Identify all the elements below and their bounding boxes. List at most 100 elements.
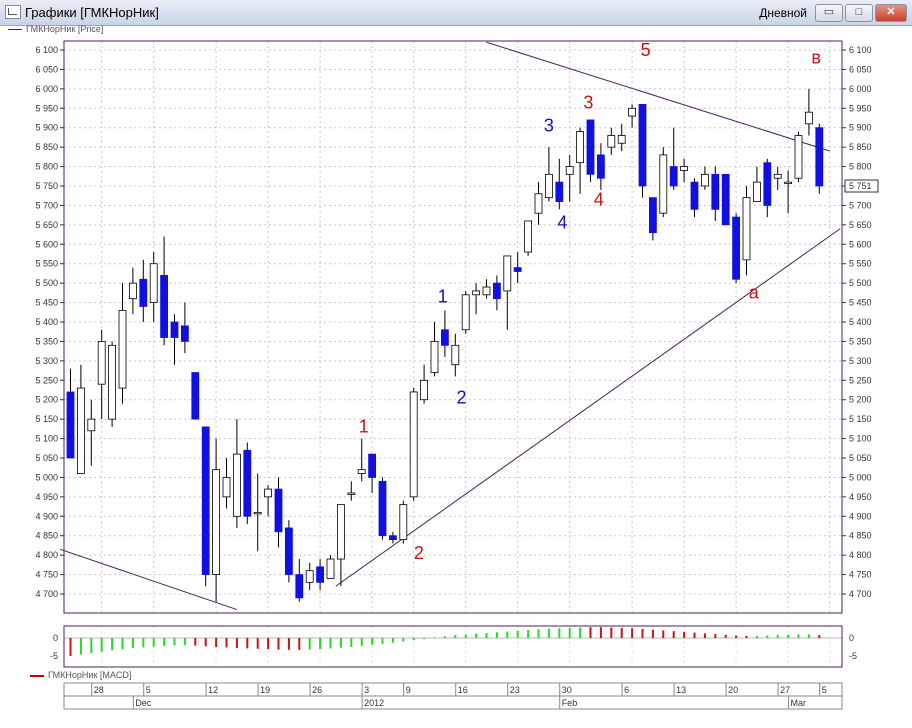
candle [160, 236, 169, 346]
candle-body [680, 166, 688, 171]
candle [784, 170, 792, 214]
candle-body [274, 488, 283, 533]
candle [659, 147, 668, 218]
y-label-right: 5 650 [849, 220, 872, 230]
candle [97, 329, 106, 420]
y-label-right: 5 400 [849, 317, 872, 327]
candle-body [326, 558, 335, 579]
candle [191, 372, 200, 420]
candle-body [805, 111, 813, 125]
candle [482, 279, 491, 299]
candle-body [212, 469, 221, 575]
candle-body [191, 372, 200, 420]
candle [513, 252, 522, 284]
y-label-right: 4 800 [849, 550, 872, 560]
month-label: Dec [135, 698, 152, 708]
candle-body [222, 477, 231, 498]
candle [565, 154, 574, 202]
candle-body [420, 379, 429, 401]
candle-body [586, 119, 595, 175]
wave-label: 2 [457, 388, 467, 408]
wave-labels: 1 2 1 2 3 4 3 4 5 a в [359, 40, 821, 563]
candle-body [815, 127, 824, 187]
macd-legend-label: ГМКНорНик [MACD] [48, 670, 132, 680]
month-label: 2012 [364, 698, 384, 708]
wave-label: 3 [544, 116, 554, 136]
y-label-right: 5 350 [849, 336, 872, 346]
candle-body [461, 294, 470, 331]
x-tick-label: 3 [364, 685, 369, 695]
x-tick-label: 5 [822, 685, 827, 695]
y-label-left: 4 850 [35, 531, 58, 541]
candle-body [773, 173, 782, 179]
x-tick-label: 20 [728, 685, 738, 695]
candle [420, 364, 429, 404]
wave-label: a [749, 283, 760, 303]
y-label-left: 4 700 [35, 589, 58, 599]
candle-body [721, 173, 730, 226]
candle-body [784, 181, 792, 185]
candle-body [149, 263, 158, 303]
candle [472, 283, 481, 315]
candle [430, 322, 439, 377]
y-label-left: 4 900 [35, 511, 58, 521]
candle [77, 364, 85, 474]
y-label-left: 5 200 [35, 395, 58, 405]
macd-label-zero-right: 0 [849, 633, 854, 643]
candle [378, 477, 387, 540]
x-tick-label: 6 [624, 685, 629, 695]
y-label-left: 5 250 [35, 375, 58, 385]
candle [763, 158, 772, 218]
candle-body [66, 391, 75, 459]
candle-body [160, 274, 169, 338]
candle-body [295, 574, 304, 599]
candle [326, 555, 335, 579]
y-label-left: 5 550 [35, 259, 58, 269]
candle [534, 182, 543, 225]
candle-body [139, 278, 148, 307]
y-label-left: 5 400 [35, 317, 58, 327]
candle [607, 127, 616, 155]
chart-window: Графики [ГМКНорНик] Дневной ▭ □ ✕ ГМКНор… [0, 0, 912, 728]
macd-legend: ГМКНорНик [MACD] [30, 670, 131, 680]
y-label-right: 5 200 [849, 395, 872, 405]
candle [451, 333, 460, 377]
y-label-right: 5 600 [849, 239, 872, 249]
y-label-left: 4 800 [35, 550, 58, 560]
wave-label: 1 [359, 417, 369, 437]
candle-body [617, 135, 626, 144]
y-label-right: 4 700 [849, 589, 872, 599]
candle [669, 127, 678, 190]
candle-body [524, 220, 532, 253]
wave-label: 4 [594, 189, 604, 209]
x-tick-label: 16 [458, 685, 468, 695]
candlestick-chart[interactable]: 4 700 4 700 4 750 4 750 4 800 4 800 4 850 4 850… [0, 0, 912, 728]
x-tick-label: 12 [208, 685, 218, 695]
y-label-left: 5 500 [35, 278, 58, 288]
x-tick-label: 9 [406, 685, 411, 695]
y-label-left: 5 650 [35, 220, 58, 230]
candle-body [409, 391, 418, 498]
candle [524, 220, 532, 256]
candle [357, 438, 366, 482]
candle [794, 131, 803, 183]
candle [701, 166, 709, 190]
wave-label: 1 [438, 287, 448, 307]
candle [264, 485, 273, 517]
month-label: Feb [562, 698, 578, 708]
x-tick-label: 5 [146, 685, 151, 695]
y-label-right: 4 850 [849, 531, 872, 541]
candle [732, 213, 740, 284]
candle [628, 104, 636, 128]
candle-body [628, 107, 636, 117]
candle-body [232, 453, 241, 517]
candle-body [336, 504, 345, 560]
macd-legend-line [30, 674, 44, 677]
candle-body [794, 135, 803, 179]
candle [555, 158, 564, 210]
candle-body [472, 290, 481, 296]
candle [649, 197, 657, 241]
candle [253, 473, 262, 552]
y-label-left: 5 700 [35, 200, 58, 210]
candle [139, 259, 148, 322]
